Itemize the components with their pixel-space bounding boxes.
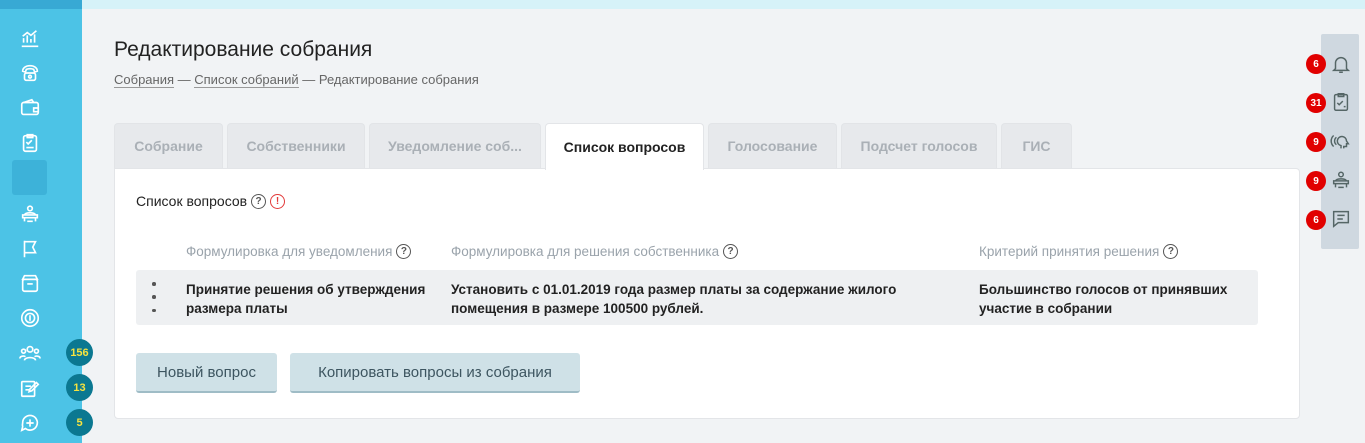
tasks-button[interactable] — [1329, 90, 1353, 114]
breadcrumb: Собрания — Список собраний — Редактирова… — [114, 72, 479, 88]
flag-icon — [23, 240, 37, 257]
clipboard-icon — [22, 133, 37, 152]
warning-icon[interactable]: ! — [270, 193, 286, 209]
wallet-icon — [20, 98, 39, 115]
archive-icon — [20, 274, 39, 292]
cell-decision-line: Установить с 01.01.2019 года размер плат… — [451, 282, 897, 297]
page-title: Редактирование собрания — [114, 38, 373, 61]
breadcrumb-separator: — — [174, 72, 195, 87]
sidebar-item-analytics[interactable] — [12, 21, 47, 56]
column-header-decision: Формулировка для решения собственника ? — [451, 244, 739, 259]
notifications-badge: 6 — [1306, 54, 1326, 74]
help-icon[interactable]: ? — [251, 193, 267, 209]
row-menu-icon[interactable] — [150, 282, 158, 312]
questions-title-text: Список вопросов — [136, 193, 248, 209]
requests-badge: 13 — [66, 374, 93, 401]
help-icon[interactable]: ? — [723, 244, 739, 259]
sidebar-item-tasks[interactable] — [12, 125, 47, 160]
new-question-button[interactable]: Новый вопрос — [136, 353, 277, 393]
phone-icon — [21, 64, 38, 81]
support-icon — [21, 204, 38, 222]
cell-criterion-line: Большинство голосов от принявших — [979, 282, 1228, 297]
breadcrumb-meeting-list-link[interactable]: Список собраний — [194, 72, 299, 88]
tab-bar: Собрание Собственники Уведомление соб...… — [114, 123, 1076, 170]
sidebar: 156 13 5 — [0, 0, 93, 443]
sidebar-item-calls[interactable] — [12, 55, 47, 90]
breadcrumb-separator: — — [298, 72, 319, 87]
notifications-button[interactable] — [1329, 52, 1353, 76]
tab-meeting[interactable]: Собрание — [114, 123, 223, 168]
sidebar-item-archive[interactable] — [12, 265, 47, 300]
breadcrumb-meetings-link[interactable]: Собрания — [114, 72, 175, 88]
cell-notice-line: размера платы — [186, 301, 288, 316]
messages-button[interactable] — [1329, 207, 1353, 231]
cell-notice: Принятие решения об утверждения размера … — [186, 280, 425, 318]
help-icon[interactable]: ? — [396, 244, 412, 259]
bell-icon — [1331, 56, 1351, 73]
top-bar — [82, 0, 1365, 9]
reception-button[interactable] — [1329, 168, 1353, 192]
questions-section-title: Список вопросов ? ! — [136, 193, 286, 209]
chats-badge: 5 — [66, 409, 93, 436]
users-icon — [18, 345, 41, 361]
sidebar-item-reception[interactable] — [12, 196, 47, 231]
sidebar-item-meetings[interactable] — [12, 160, 47, 195]
sidebar-item-payments[interactable] — [12, 90, 47, 125]
chat-add-icon — [20, 414, 38, 432]
sidebar-item-flags[interactable] — [12, 231, 47, 266]
cell-criterion-line: участие в собрании — [979, 301, 1113, 316]
copy-questions-button[interactable]: Копировать вопросы из собрания — [290, 353, 580, 393]
table-row[interactable]: Принятие решения об утверждения размера … — [136, 270, 1258, 325]
checklist-icon — [1333, 93, 1349, 111]
reception-icon — [1332, 171, 1350, 189]
sidebar-item-requests[interactable] — [12, 370, 47, 405]
tab-notification[interactable]: Уведомление соб... — [369, 123, 541, 168]
sidebar-item-chats[interactable] — [12, 405, 47, 440]
chart-icon — [21, 29, 38, 47]
cell-criterion: Большинство голосов от принявших участие… — [979, 280, 1227, 318]
tasks-badge: 31 — [1306, 93, 1326, 113]
voice-head-icon — [1330, 134, 1350, 149]
cell-decision: Установить с 01.01.2019 года размер плат… — [451, 280, 896, 318]
coin-icon — [20, 308, 39, 327]
edit-icon — [20, 380, 39, 397]
calls-button[interactable] — [1329, 129, 1353, 153]
tab-question-list[interactable]: Список вопросов — [545, 123, 704, 170]
messages-badge: 6 — [1306, 210, 1326, 230]
owners-badge: 156 — [66, 339, 93, 366]
column-header-label: Критерий принятия решения — [979, 244, 1160, 259]
tab-voting[interactable]: Голосование — [708, 123, 837, 168]
tab-owners[interactable]: Собственники — [227, 123, 365, 168]
tab-gis[interactable]: ГИС — [1001, 123, 1072, 168]
sidebar-top-strip — [0, 0, 82, 9]
message-icon — [1332, 210, 1350, 228]
calls-badge: 9 — [1306, 132, 1326, 152]
cell-decision-line: помещения в размере 100500 рублей. — [451, 301, 704, 316]
column-header-label: Формулировка для уведомления — [186, 244, 393, 259]
breadcrumb-current: Редактирование собрания — [318, 72, 479, 87]
reception-badge: 9 — [1306, 171, 1326, 191]
help-icon[interactable]: ? — [1163, 244, 1179, 259]
cell-notice-line: Принятие решения об утверждения — [186, 282, 426, 297]
tab-vote-count[interactable]: Подсчет голосов — [841, 123, 997, 168]
sidebar-item-owners[interactable] — [12, 335, 47, 370]
column-header-notice: Формулировка для уведомления ? — [186, 244, 412, 259]
column-header-criterion: Критерий принятия решения ? — [979, 244, 1179, 259]
column-header-label: Формулировка для решения собственника — [451, 244, 720, 259]
sidebar-item-finance[interactable] — [12, 300, 47, 335]
